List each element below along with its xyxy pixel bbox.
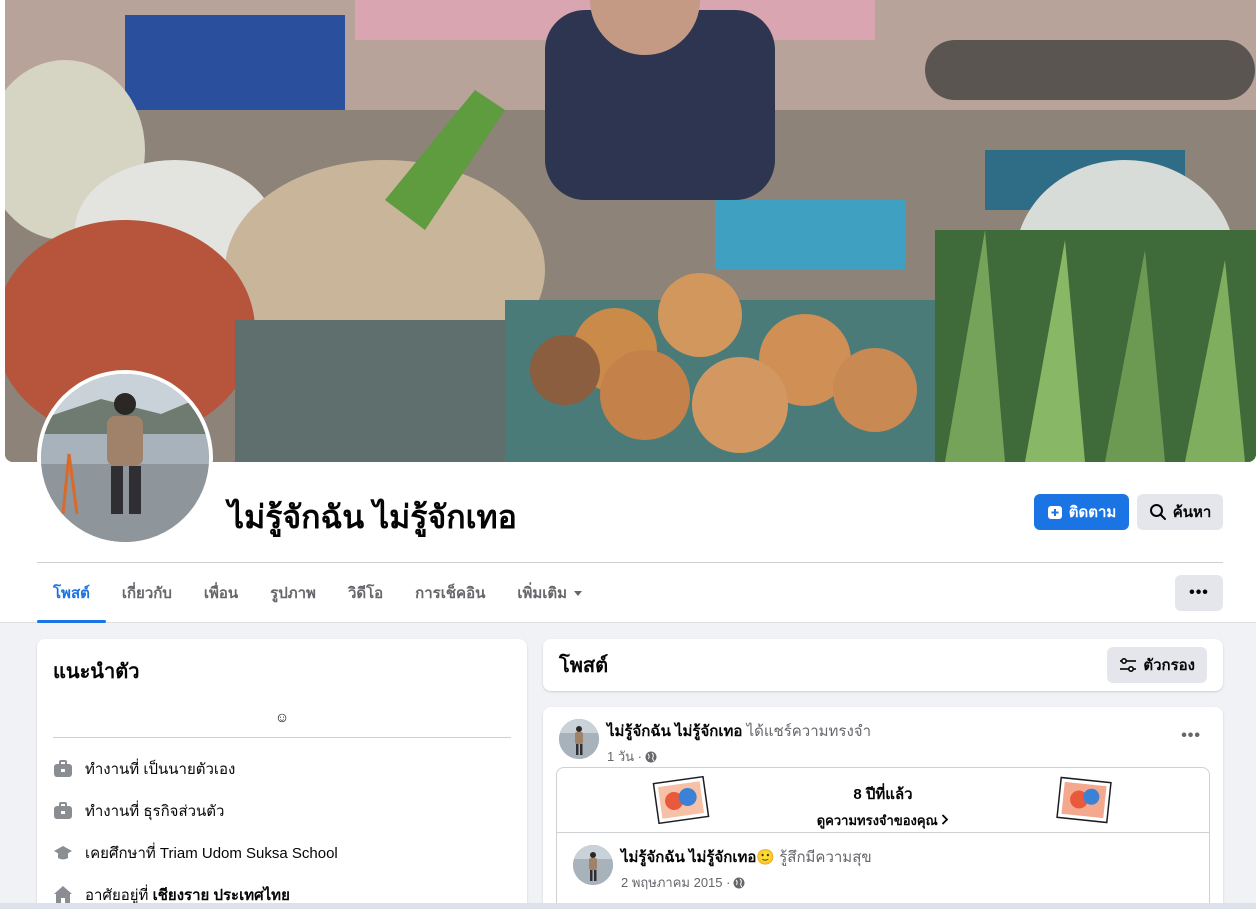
post-timestamp-line: 1 วัน · — [607, 746, 871, 767]
post-options-button[interactable]: ••• — [1181, 727, 1201, 745]
chevron-right-icon — [942, 814, 949, 825]
posts-title: โพสต์ — [559, 655, 609, 677]
memory-post-header: ไม่รู้จักฉัน ไม่รู้จักเทอ🙂 รู้สึกมีความส… — [573, 845, 1193, 893]
memory-post-date-line: 2 พฤษภาคม 2015 · — [621, 872, 872, 893]
filter-button-label: ตัวกรอง — [1143, 657, 1195, 674]
tab-posts[interactable]: โพสต์ — [37, 564, 106, 623]
location-prefix: อาศัยอยู่ที่ — [85, 887, 153, 904]
profile-name: ไม่รู้จักฉัน ไม่รู้จักเทอ — [228, 499, 517, 535]
home-icon — [54, 886, 72, 904]
profile-tabs: โพสต์ เกี่ยวกับ เพื่อน รูปภาพ วิดีโอ การ… — [37, 564, 599, 623]
post-author-avatar[interactable] — [559, 719, 599, 759]
briefcase-icon — [54, 760, 72, 777]
intro-card: แนะนำตัว ☺ ทำงานที่ เป็นนายตัวเอง ทำงานท… — [37, 639, 527, 909]
tab-label: การเช็คอิน — [415, 585, 486, 602]
intro-list: ทำงานที่ เป็นนายตัวเอง ทำงานที่ ธุรกิจส่… — [53, 748, 511, 909]
profile-avatar[interactable] — [37, 370, 213, 546]
post-header: ไม่รู้จักฉัน ไม่รู้จักเทอ ได้แชร์ความทรง… — [559, 719, 1207, 767]
intro-item-text: ทำงานที่ เป็นนายตัวเอง — [85, 761, 236, 778]
posts-header-card: โพสต์ ตัวกรอง — [543, 639, 1223, 691]
memory-post-author-line: ไม่รู้จักฉัน ไม่รู้จักเทอ🙂 รู้สึกมีความส… — [621, 845, 872, 869]
view-memories-label: ดูความทรงจำของคุณ — [816, 813, 938, 828]
tab-label: วิดีโอ — [347, 585, 384, 602]
window-bottom-edge — [0, 903, 1256, 909]
feeling-text: รู้สึกมีความสุข — [779, 849, 872, 866]
intro-item-education: เคยศึกษาที่ Triam Udom Suksa School — [53, 832, 511, 874]
memory-post-author[interactable]: ไม่รู้จักฉัน ไม่รู้จักเทอ — [621, 849, 756, 866]
memory-banner: 8 ปีที่แล้ว ดูความทรงจำของคุณ — [557, 768, 1209, 833]
tab-checkins[interactable]: การเช็คอิน — [399, 564, 501, 622]
globe-icon — [645, 751, 657, 762]
globe-icon — [733, 877, 745, 888]
intro-item-text: เคยศึกษาที่ Triam Udom Suksa School — [85, 845, 338, 862]
avatar-image — [41, 374, 209, 542]
more-dots-icon: ••• — [1189, 584, 1209, 601]
photo-frame-icon — [1056, 776, 1112, 824]
filter-icon — [1120, 657, 1137, 673]
search-button-label: ค้นหา — [1172, 504, 1212, 521]
intro-bio: ☺ — [53, 709, 511, 738]
tab-friends[interactable]: เพื่อน — [188, 564, 254, 622]
header-divider — [37, 562, 1223, 563]
follow-button-label: ติดตาม — [1068, 504, 1117, 521]
avatar-image — [559, 719, 599, 759]
post-author-line: ไม่รู้จักฉัน ไม่รู้จักเทอ ได้แชร์ความทรง… — [607, 719, 871, 743]
memory-post-date[interactable]: 2 พฤษภาคม 2015 · — [621, 872, 730, 893]
tab-about[interactable]: เกี่ยวกับ — [106, 564, 188, 622]
cover-photo[interactable] — [5, 0, 1256, 462]
follow-button[interactable]: ติดตาม — [1034, 494, 1129, 530]
intro-item-work-1: ทำงานที่ เป็นนายตัวเอง — [53, 748, 511, 790]
post-author-name[interactable]: ไม่รู้จักฉัน ไม่รู้จักเทอ — [607, 723, 742, 740]
tab-label: รูปภาพ — [270, 585, 316, 602]
post-card: ไม่รู้จักฉัน ไม่รู้จักเทอ ได้แชร์ความทรง… — [543, 707, 1223, 909]
briefcase-icon — [54, 802, 72, 819]
post-action-text: ได้แชร์ความทรงจำ — [746, 723, 872, 740]
profile-more-button[interactable]: ••• — [1175, 575, 1223, 611]
follow-icon — [1047, 506, 1062, 519]
memory-original-post: ไม่รู้จักฉัน ไม่รู้จักเทอ🙂 รู้สึกมีความส… — [557, 833, 1209, 909]
tab-label: โพสต์ — [53, 585, 90, 602]
post-meta: ไม่รู้จักฉัน ไม่รู้จักเทอ ได้แชร์ความทรง… — [607, 719, 871, 767]
tab-label: เพิ่มเติม — [517, 585, 568, 602]
tab-photos[interactable]: รูปภาพ — [254, 564, 332, 622]
tab-label: เพื่อน — [203, 585, 239, 602]
filter-button[interactable]: ตัวกรอง — [1107, 647, 1207, 683]
memory-illustration-right — [1055, 776, 1113, 824]
memory-post-avatar[interactable] — [573, 845, 613, 885]
intro-item-work-2: ทำงานที่ ธุรกิจส่วนตัว — [53, 790, 511, 832]
intro-title: แนะนำตัว — [53, 661, 140, 683]
avatar-image — [573, 845, 613, 885]
tab-label: เกี่ยวกับ — [121, 585, 172, 602]
memory-post-meta: ไม่รู้จักฉัน ไม่รู้จักเทอ🙂 รู้สึกมีความส… — [621, 845, 872, 893]
location-link[interactable]: เชียงราย ประเทศไทย — [153, 887, 290, 904]
search-button[interactable]: ค้นหา — [1137, 494, 1223, 530]
feeling-emoji: 🙂 — [756, 849, 776, 866]
avatar — [41, 374, 209, 542]
caret-down-icon — [574, 591, 583, 596]
memory-box: 8 ปีที่แล้ว ดูความทรงจำของคุณ ไม่รู้จักฉ… — [556, 767, 1210, 909]
cover-photo-image — [5, 0, 1256, 462]
search-icon — [1149, 504, 1166, 520]
post-timestamp[interactable]: 1 วัน · — [607, 746, 642, 767]
graduation-cap-icon — [54, 846, 72, 860]
tab-videos[interactable]: วิดีโอ — [332, 564, 399, 622]
intro-item-text: ทำงานที่ ธุรกิจส่วนตัว — [85, 803, 225, 820]
tab-more[interactable]: เพิ่มเติม — [501, 564, 599, 622]
